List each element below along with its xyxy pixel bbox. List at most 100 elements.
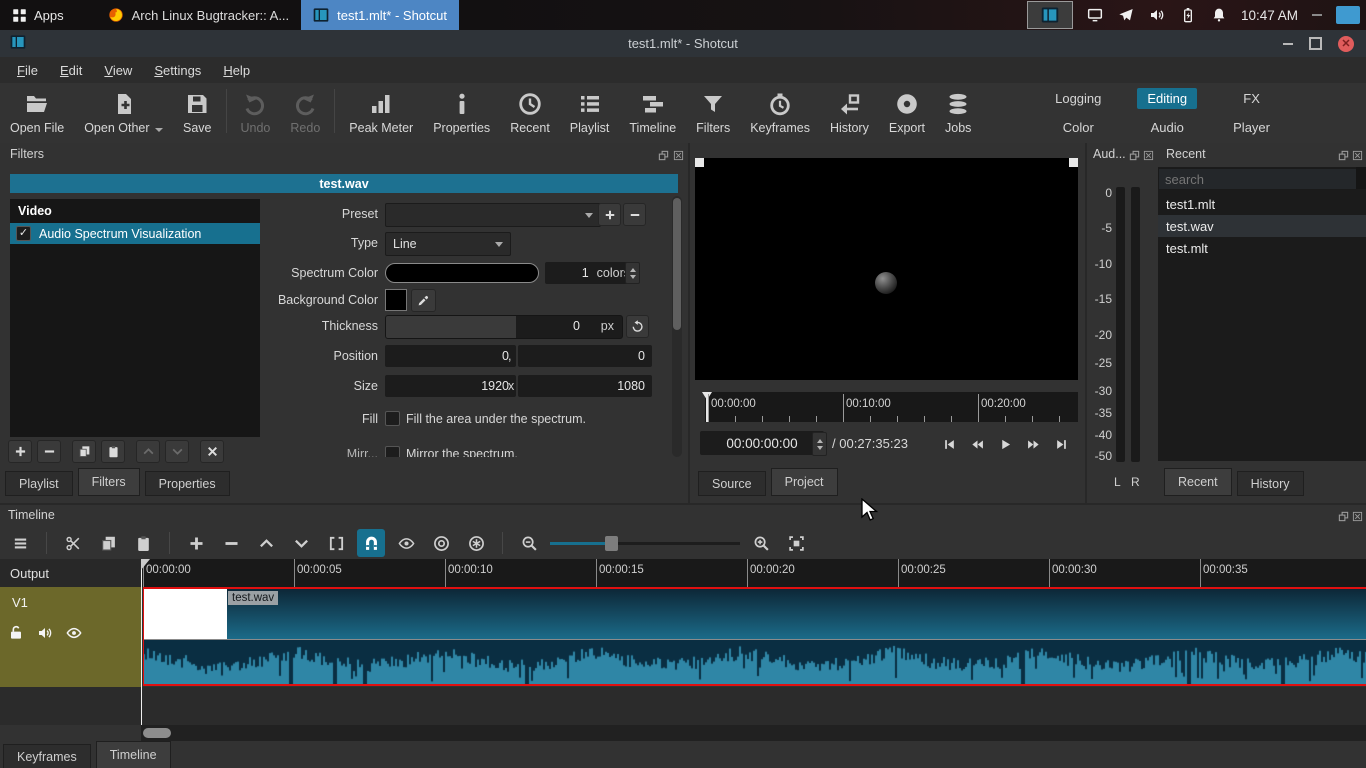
timeline-ruler[interactable]: 00:00:0000:00:0500:00:1000:00:1500:00:20… <box>141 559 1366 587</box>
menu-help[interactable]: Help <box>214 60 259 81</box>
close-button[interactable]: ✕ <box>1338 36 1354 52</box>
zoom-out-button[interactable] <box>515 529 543 557</box>
zoom-slider-handle[interactable] <box>605 536 618 551</box>
skip-start-button[interactable] <box>938 433 960 455</box>
track-header-v1[interactable]: V1 <box>0 587 141 687</box>
toolbar-button-history[interactable]: History <box>820 83 879 139</box>
lift-button[interactable] <box>252 529 280 557</box>
bottom-dock-tab-timeline[interactable]: Timeline <box>96 741 171 768</box>
timeline-playhead[interactable] <box>141 559 142 725</box>
right-dock-tab-recent[interactable]: Recent <box>1164 468 1232 496</box>
float-panel-icon[interactable] <box>1129 148 1140 166</box>
paste-button[interactable] <box>129 529 157 557</box>
colors-count-field[interactable]: 1 colors <box>545 262 637 284</box>
snap-button[interactable] <box>357 529 385 557</box>
close-panel-icon[interactable] <box>673 148 684 166</box>
layout-button-editing[interactable]: Editing <box>1137 88 1197 109</box>
menu-button[interactable] <box>6 529 34 557</box>
toolbar-button-peak-meter[interactable]: Peak Meter <box>339 83 423 139</box>
toolbar-button-properties[interactable]: Properties <box>423 83 500 139</box>
zoom-in-button[interactable] <box>747 529 775 557</box>
filter-list-item-audio-spectrum-visualization[interactable]: ✓Audio Spectrum Visualization <box>10 223 260 244</box>
copy-filter-button[interactable] <box>72 440 96 463</box>
toolbar-button-open-other[interactable]: Open Other <box>74 83 173 139</box>
layout-button-fx[interactable]: FX <box>1233 88 1270 109</box>
player-tab-source[interactable]: Source <box>698 471 766 496</box>
timeline-scrollbar-thumb[interactable] <box>143 728 171 738</box>
timeline-zoom-slider[interactable] <box>550 529 740 557</box>
apps-menu-button[interactable]: Apps <box>0 8 76 23</box>
recent-scrollbar[interactable] <box>1356 167 1366 189</box>
recent-file-test1-mlt[interactable]: test1.mlt <box>1158 193 1366 215</box>
recent-file-test-mlt[interactable]: test.mlt <box>1158 237 1366 259</box>
desktop-pager-widget[interactable] <box>1336 6 1360 24</box>
layout-button-logging[interactable]: Logging <box>1045 88 1111 109</box>
toolbar-button-redo[interactable]: Redo <box>280 83 330 139</box>
copy-button[interactable] <box>94 529 122 557</box>
toolbar-button-open-file[interactable]: Open File <box>0 83 74 139</box>
paste-filter-button[interactable] <box>101 440 125 463</box>
recent-file-test-wav[interactable]: test.wav <box>1158 215 1366 237</box>
menu-edit[interactable]: Edit <box>51 60 91 81</box>
type-combobox[interactable]: Line <box>385 232 511 256</box>
layout-button-color[interactable]: Color <box>1053 117 1104 138</box>
background-color-swatch[interactable] <box>385 289 407 311</box>
zoom-fit-button[interactable] <box>782 529 810 557</box>
layout-button-audio[interactable]: Audio <box>1141 117 1194 138</box>
menu-file[interactable]: File <box>8 60 47 81</box>
menu-settings[interactable]: Settings <box>145 60 210 81</box>
split-button[interactable] <box>322 529 350 557</box>
fill-text[interactable]: Fill the area under the spectrum. <box>406 412 586 426</box>
preset-combobox[interactable] <box>385 203 601 227</box>
minimize-button[interactable] <box>1283 43 1293 45</box>
filter-enabled-checkbox[interactable]: ✓ <box>16 226 31 241</box>
toolbar-button-playlist[interactable]: Playlist <box>560 83 620 139</box>
ripple-delete-button[interactable] <box>217 529 245 557</box>
tray-telegram-icon[interactable] <box>1118 7 1134 23</box>
toolbar-button-filters[interactable]: Filters <box>686 83 740 139</box>
clock[interactable]: 10:47 AM <box>1241 8 1298 23</box>
filter-params-scrollbar[interactable] <box>672 196 682 457</box>
spectrum-gradient-bar[interactable] <box>385 263 539 283</box>
bottom-dock-tab-keyframes[interactable]: Keyframes <box>3 744 91 768</box>
toolbar-button-timeline[interactable]: Timeline <box>619 83 686 139</box>
left-dock-tab-properties[interactable]: Properties <box>145 471 230 496</box>
restore-button[interactable] <box>1309 37 1322 50</box>
append-button[interactable] <box>182 529 210 557</box>
toolbar-button-undo[interactable]: Undo <box>231 83 281 139</box>
save-preset-button[interactable] <box>598 203 621 226</box>
size-width-field[interactable]: 1920 <box>385 375 516 397</box>
toolbar-button-save[interactable]: Save <box>173 83 222 139</box>
position-x-field[interactable]: 0 <box>385 345 516 367</box>
ripple-button[interactable] <box>427 529 455 557</box>
deselect-filter-button[interactable] <box>200 440 224 463</box>
timeline-playhead-grip[interactable] <box>141 559 150 570</box>
ripple-all-tracks-button[interactable] <box>462 529 490 557</box>
left-dock-tab-playlist[interactable]: Playlist <box>5 471 73 496</box>
overwrite-button[interactable] <box>287 529 315 557</box>
remove-filter-button[interactable] <box>37 440 61 463</box>
close-panel-icon[interactable] <box>1352 509 1363 527</box>
size-height-field[interactable]: 1080 <box>518 375 652 397</box>
timeline-scrollbar[interactable] <box>141 725 1366 741</box>
mirror-text[interactable]: Mirror the spectrum. <box>406 447 518 457</box>
float-panel-icon[interactable] <box>1338 509 1349 527</box>
left-dock-tab-filters[interactable]: Filters <box>78 468 140 496</box>
menu-view[interactable]: View <box>95 60 141 81</box>
tray-volume-icon[interactable] <box>1149 7 1165 23</box>
toolbar-button-export[interactable]: Export <box>879 83 935 139</box>
output-track-header[interactable]: Output <box>0 559 141 587</box>
player-seek-ruler[interactable]: 00:00:0000:10:0000:20:00 <box>705 392 1078 422</box>
reset-thickness-button[interactable] <box>626 315 649 338</box>
add-filter-button[interactable] <box>8 440 32 463</box>
recent-search-input[interactable] <box>1158 168 1358 190</box>
track-eye-button[interactable] <box>66 625 82 646</box>
close-panel-icon[interactable] <box>1352 148 1363 166</box>
mirror-checkbox[interactable] <box>385 446 400 457</box>
skip-end-button[interactable] <box>1050 433 1072 455</box>
cut-button[interactable] <box>59 529 87 557</box>
delete-preset-button[interactable] <box>623 203 646 226</box>
rect-handle-top-left[interactable] <box>695 158 704 167</box>
thickness-slider-field[interactable]: 0 px <box>385 315 623 339</box>
timeline-clip-testwav[interactable]: test.wav <box>141 587 1366 687</box>
